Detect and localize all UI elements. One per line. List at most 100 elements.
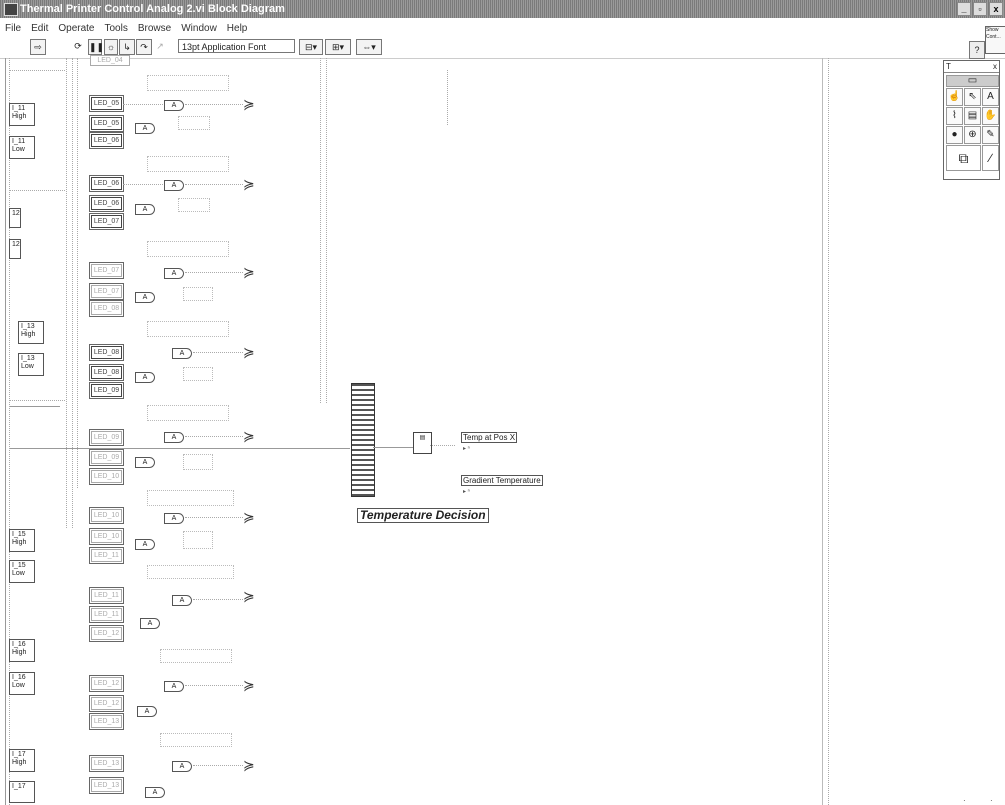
menu-operate[interactable]: Operate <box>58 22 94 36</box>
menu-edit[interactable]: Edit <box>31 22 48 36</box>
terminal-12a[interactable]: 12 <box>9 208 21 228</box>
led-indicator[interactable]: LED_13 <box>89 755 124 772</box>
led-indicator[interactable]: LED_12 <box>89 675 124 692</box>
terminal-i13-low[interactable]: I_13 Low <box>18 353 44 376</box>
connect-wire-icon[interactable]: ⌇ <box>946 107 963 125</box>
terminal-i15-high[interactable]: I_15 High <box>9 529 35 552</box>
or-gate[interactable]: ≽ <box>243 96 259 112</box>
minimize-button[interactable]: _ <box>957 2 971 16</box>
context-help-window[interactable]: Show Cont... <box>985 26 1005 54</box>
and-gate[interactable]: A <box>172 761 192 772</box>
temperature-decision-label[interactable]: Temperature Decision <box>357 508 489 523</box>
and-gate[interactable]: A <box>145 787 165 798</box>
terminal-i13-high[interactable]: I_13 High <box>18 321 44 344</box>
object-shortcut-menu-icon[interactable]: ▤ <box>964 107 981 125</box>
led-indicator[interactable]: LED_09 <box>89 429 124 446</box>
led-indicator[interactable]: LED_13 <box>89 713 124 730</box>
terminal-i11-low[interactable]: I_11 Low <box>9 136 35 159</box>
brush-icon[interactable]: ∕ <box>982 145 999 171</box>
tools-palette-close-button[interactable]: x <box>993 61 997 72</box>
reorder-button[interactable]: ⇔▾ <box>356 39 382 55</box>
terminal-i11-high[interactable]: I_11 High <box>9 103 35 126</box>
led-indicator[interactable]: LED_05 <box>89 95 124 112</box>
or-gate[interactable]: ≽ <box>243 344 259 360</box>
gradient-temperature-indicator[interactable]: Gradient Temperature <box>461 475 543 486</box>
and-gate[interactable]: A <box>164 681 184 692</box>
led-indicator[interactable]: LED_12 <box>89 695 124 712</box>
terminal-i17-low[interactable]: I_17 <box>9 781 35 803</box>
or-gate[interactable]: ≽ <box>243 509 259 525</box>
and-gate[interactable]: A <box>137 706 157 717</box>
and-gate[interactable]: A <box>135 123 155 134</box>
and-gate[interactable]: A <box>164 268 184 279</box>
menu-file[interactable]: File <box>5 22 21 36</box>
scroll-window-icon[interactable]: ✋ <box>982 107 999 125</box>
align-objects-button[interactable]: ⊟▾ <box>299 39 323 55</box>
led-indicator[interactable]: LED_08 <box>89 344 124 361</box>
led-indicator[interactable]: LED_13 <box>89 777 124 794</box>
position-size-icon[interactable]: ⇖ <box>964 88 981 106</box>
and-gate[interactable]: A <box>135 372 155 383</box>
probe-data-icon[interactable]: ⊕ <box>964 126 981 144</box>
temp-at-pos-indicator[interactable]: Temp at Pos X <box>461 432 518 443</box>
terminal-i16-high[interactable]: I_16 High <box>9 639 35 662</box>
led-indicator[interactable]: LED_11 <box>89 587 124 604</box>
pause-button[interactable]: ❚❚ <box>88 39 104 55</box>
or-gate[interactable]: ≽ <box>243 588 259 604</box>
set-breakpoint-icon[interactable]: ● <box>946 126 963 144</box>
set-color-icon[interactable]: ⧉ <box>946 145 981 171</box>
led-indicator[interactable]: LED_11 <box>89 606 124 623</box>
bundle-node[interactable] <box>351 383 375 497</box>
or-gate[interactable]: ≽ <box>243 176 259 192</box>
led-indicator[interactable]: LED_06 <box>89 132 124 149</box>
close-button[interactable]: x <box>989 2 1003 16</box>
terminal-i16-low[interactable]: I_16 Low <box>9 672 35 695</box>
run-continuous-icon[interactable]: ⟳ <box>72 39 84 53</box>
highlight-execution-icon[interactable]: ☼ <box>104 39 118 55</box>
and-gate[interactable]: A <box>140 618 160 629</box>
led-indicator[interactable]: LED_09 <box>89 382 124 399</box>
menu-help[interactable]: Help <box>227 22 248 36</box>
and-gate[interactable]: A <box>135 457 155 468</box>
led-indicator[interactable]: LED_07 <box>89 213 124 230</box>
and-gate[interactable]: A <box>135 204 155 215</box>
automatic-tool-selection-icon[interactable]: ▭ <box>946 75 999 87</box>
and-gate[interactable]: A <box>164 432 184 443</box>
led-indicator[interactable]: LED_09 <box>89 449 124 466</box>
edit-text-icon[interactable]: A <box>982 88 999 106</box>
and-gate[interactable]: A <box>172 595 192 606</box>
font-select[interactable]: 13pt Application Font <box>178 39 295 53</box>
led-indicator[interactable]: LED_06 <box>89 175 124 192</box>
led-indicator[interactable]: LED_11 <box>89 547 124 564</box>
or-gate[interactable]: ≽ <box>243 677 259 693</box>
led-indicator[interactable]: LED_07 <box>89 283 124 300</box>
led-indicator[interactable]: LED_05 <box>89 115 124 132</box>
run-arrow-icon[interactable]: ⇨ <box>30 39 46 55</box>
and-gate[interactable]: A <box>135 292 155 303</box>
and-gate[interactable]: A <box>164 100 184 111</box>
step-into-icon[interactable]: ↳ <box>119 39 135 55</box>
led-indicator[interactable]: LED_08 <box>89 300 124 317</box>
menu-window[interactable]: Window <box>181 22 217 36</box>
maximize-button[interactable]: ▫ <box>973 2 987 16</box>
get-color-icon[interactable]: ✎ <box>982 126 999 144</box>
led-indicator[interactable]: LED_08 <box>89 364 124 381</box>
and-gate[interactable]: A <box>164 180 184 191</box>
and-gate[interactable]: A <box>164 513 184 524</box>
led-indicator[interactable]: LED_10 <box>89 468 124 485</box>
or-gate[interactable]: ≽ <box>243 264 259 280</box>
tools-palette[interactable]: T x ▭ ☝ ⇖ A ⌇ ▤ ✋ ● ⊕ ✎ ⧉ ∕ <box>943 60 1000 180</box>
and-gate[interactable]: A <box>135 539 155 550</box>
led-indicator[interactable]: LED_04 <box>90 55 130 66</box>
distribute-objects-button[interactable]: ⊞▾ <box>325 39 351 55</box>
led-indicator[interactable]: LED_10 <box>89 528 124 545</box>
led-indicator[interactable]: LED_06 <box>89 195 124 212</box>
step-over-icon[interactable]: ↷ <box>136 39 152 55</box>
led-indicator[interactable]: LED_10 <box>89 507 124 524</box>
unbundle-node[interactable]: ▤ <box>413 432 432 454</box>
step-out-icon[interactable]: ↗ <box>153 39 167 53</box>
and-gate[interactable]: A <box>172 348 192 359</box>
or-gate[interactable]: ≽ <box>243 757 259 773</box>
or-gate[interactable]: ≽ <box>243 428 259 444</box>
menu-tools[interactable]: Tools <box>105 22 128 36</box>
